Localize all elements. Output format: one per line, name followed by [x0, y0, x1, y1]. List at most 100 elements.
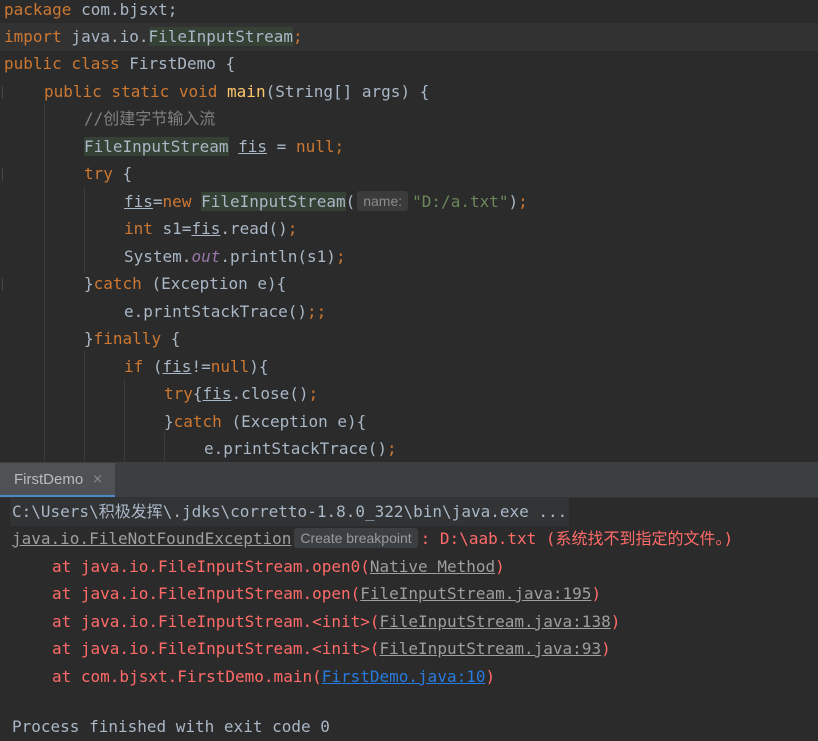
indent-guide: [164, 433, 165, 462]
tab-firstdemo[interactable]: FirstDemo ×: [0, 463, 116, 497]
code-text: System.: [124, 247, 192, 266]
trace-prefix: at com.bjsxt.FirstDemo.main(: [52, 667, 322, 686]
code-text: (: [143, 357, 163, 376]
code-text: e.printStackTrace(): [204, 439, 388, 458]
process-exit-line: Process finished with exit code 0: [12, 717, 330, 736]
keyword: catch: [93, 274, 142, 293]
code-line-2[interactable]: import java.io.FileInputStream;: [0, 23, 818, 51]
code-line-1[interactable]: package com.bjsxt;: [4, 0, 177, 24]
semicolon: ;: [335, 247, 346, 266]
variable: fis: [162, 357, 192, 376]
code-line-8[interactable]: fis=new FileInputStream(name: "D:/a.txt")…: [124, 188, 528, 216]
code-line-17[interactable]: e.printStackTrace();: [204, 435, 397, 462]
run-config-icon: [2, 475, 10, 483]
code-line-11[interactable]: }catch (Exception e){: [84, 270, 286, 298]
code-line-9[interactable]: int s1=fis.read();: [124, 215, 297, 243]
code-text: FirstDemo {: [119, 54, 236, 73]
keyword: try: [84, 164, 113, 183]
keyword: int: [124, 219, 153, 238]
run-tab-bar: FirstDemo ×: [0, 463, 818, 498]
method-name: main: [217, 82, 266, 101]
code-line-7[interactable]: try {: [84, 160, 132, 188]
trace-source-link[interactable]: FileInputStream.java:93: [380, 639, 602, 658]
code-line-16[interactable]: }catch (Exception e){: [164, 408, 366, 436]
code-text: .println(s1): [220, 247, 336, 266]
keyword: try: [164, 384, 193, 403]
stack-trace-line: at com.bjsxt.FirstDemo.main(FirstDemo.ja…: [52, 663, 495, 691]
class-reference: FileInputStream: [84, 137, 229, 156]
semicolon: ;: [293, 27, 303, 46]
trace-prefix: at java.io.FileInputStream.open0(: [52, 557, 370, 576]
comment: //创建字节输入流: [84, 109, 216, 128]
paren: (: [345, 192, 356, 211]
keyword: null: [295, 137, 335, 156]
fold-marker-icon[interactable]: ▏: [2, 170, 8, 181]
code-text: (Exception e){: [141, 274, 287, 293]
paren: ): [508, 192, 519, 211]
console-command-line: C:\Users\积极发挥\.jdks\corretto-1.8.0_322\b…: [10, 498, 570, 526]
semicolon: ;: [518, 192, 528, 211]
code-line-12[interactable]: e.printStackTrace();;: [124, 298, 326, 326]
variable: fis: [191, 219, 221, 238]
code-text: {: [161, 329, 181, 348]
close-icon[interactable]: ×: [92, 472, 103, 487]
trace-suffix: ): [610, 612, 621, 631]
code-line-14[interactable]: if (fis!=null){: [124, 353, 269, 381]
trace-suffix: ): [591, 584, 602, 603]
stack-trace-line: at java.io.FileInputStream.<init>(FileIn…: [52, 608, 620, 636]
tab-label: FirstDemo: [14, 470, 84, 488]
keyword: public: [4, 54, 62, 73]
operator: !=: [191, 357, 211, 376]
variable: fis: [238, 137, 268, 156]
fold-marker-icon[interactable]: ▏: [2, 88, 8, 99]
variable: fis: [124, 192, 153, 211]
trace-source-link[interactable]: FileInputStream.java:195: [360, 584, 591, 603]
code-line-13[interactable]: }finally {: [84, 325, 180, 353]
semicolon: ;: [334, 137, 345, 156]
keyword: new: [162, 192, 192, 211]
keyword: public: [44, 82, 102, 101]
create-breakpoint-button[interactable]: Create breakpoint: [294, 528, 418, 548]
code-editor[interactable]: ▏ ▏ ▏ package com.bjsxt; import java.io.…: [0, 0, 818, 462]
keyword: finally: [93, 329, 162, 348]
trace-suffix: ): [495, 557, 505, 576]
stack-trace-line: at java.io.FileInputStream.open(FileInpu…: [52, 580, 601, 608]
keyword: static: [101, 82, 170, 101]
run-tool-window: FirstDemo × C:\Users\积极发挥\.jdks\corretto…: [0, 462, 818, 736]
brace: }: [84, 329, 94, 348]
fold-marker-icon[interactable]: ▏: [2, 280, 8, 291]
semicolon: ;: [387, 439, 397, 458]
trace-suffix: ): [601, 639, 611, 658]
code-text: e.printStackTrace(): [124, 302, 308, 321]
code-line-6[interactable]: FileInputStream fis = null;: [84, 133, 344, 161]
keyword: void: [169, 82, 218, 101]
code-line-5[interactable]: //创建字节输入流: [84, 105, 215, 133]
operator: =: [267, 137, 296, 156]
exception-class-link[interactable]: java.io.FileNotFoundException: [12, 529, 291, 548]
stack-trace-line: at java.io.FileInputStream.open0(Native …: [52, 553, 505, 581]
trace-source-link[interactable]: FileInputStream.java:138: [380, 612, 611, 631]
parameter-hint: name:: [357, 191, 409, 211]
code-line-4[interactable]: public static void main(String[] args) {: [44, 78, 429, 106]
operator: =: [152, 192, 163, 211]
trace-prefix: at java.io.FileInputStream.<init>(: [52, 639, 380, 658]
keyword: import: [4, 27, 62, 46]
code-line-10[interactable]: System.out.println(s1);: [124, 243, 346, 271]
code-text: ){: [249, 357, 269, 376]
stack-trace-line: at java.io.FileInputStream.<init>(FileIn…: [52, 635, 611, 663]
trace-suffix: ): [485, 667, 496, 686]
semicolon: ;;: [307, 302, 327, 321]
code-text: {: [112, 164, 133, 183]
code-text: (String[] args) {: [265, 82, 430, 101]
code-line-3[interactable]: public class FirstDemo {: [4, 50, 235, 78]
keyword: catch: [173, 412, 222, 431]
code-line-15[interactable]: try{fis.close();: [164, 380, 318, 408]
code-text: .close(): [231, 384, 309, 403]
static-field: out: [191, 247, 221, 266]
class-reference: FileInputStream: [148, 27, 293, 46]
code-text: (Exception e){: [221, 412, 367, 431]
trace-source-link[interactable]: FirstDemo.java:10: [322, 667, 486, 686]
indent-guide: [44, 104, 45, 462]
brace: }: [84, 274, 94, 293]
class-reference: FileInputStream: [201, 192, 346, 211]
